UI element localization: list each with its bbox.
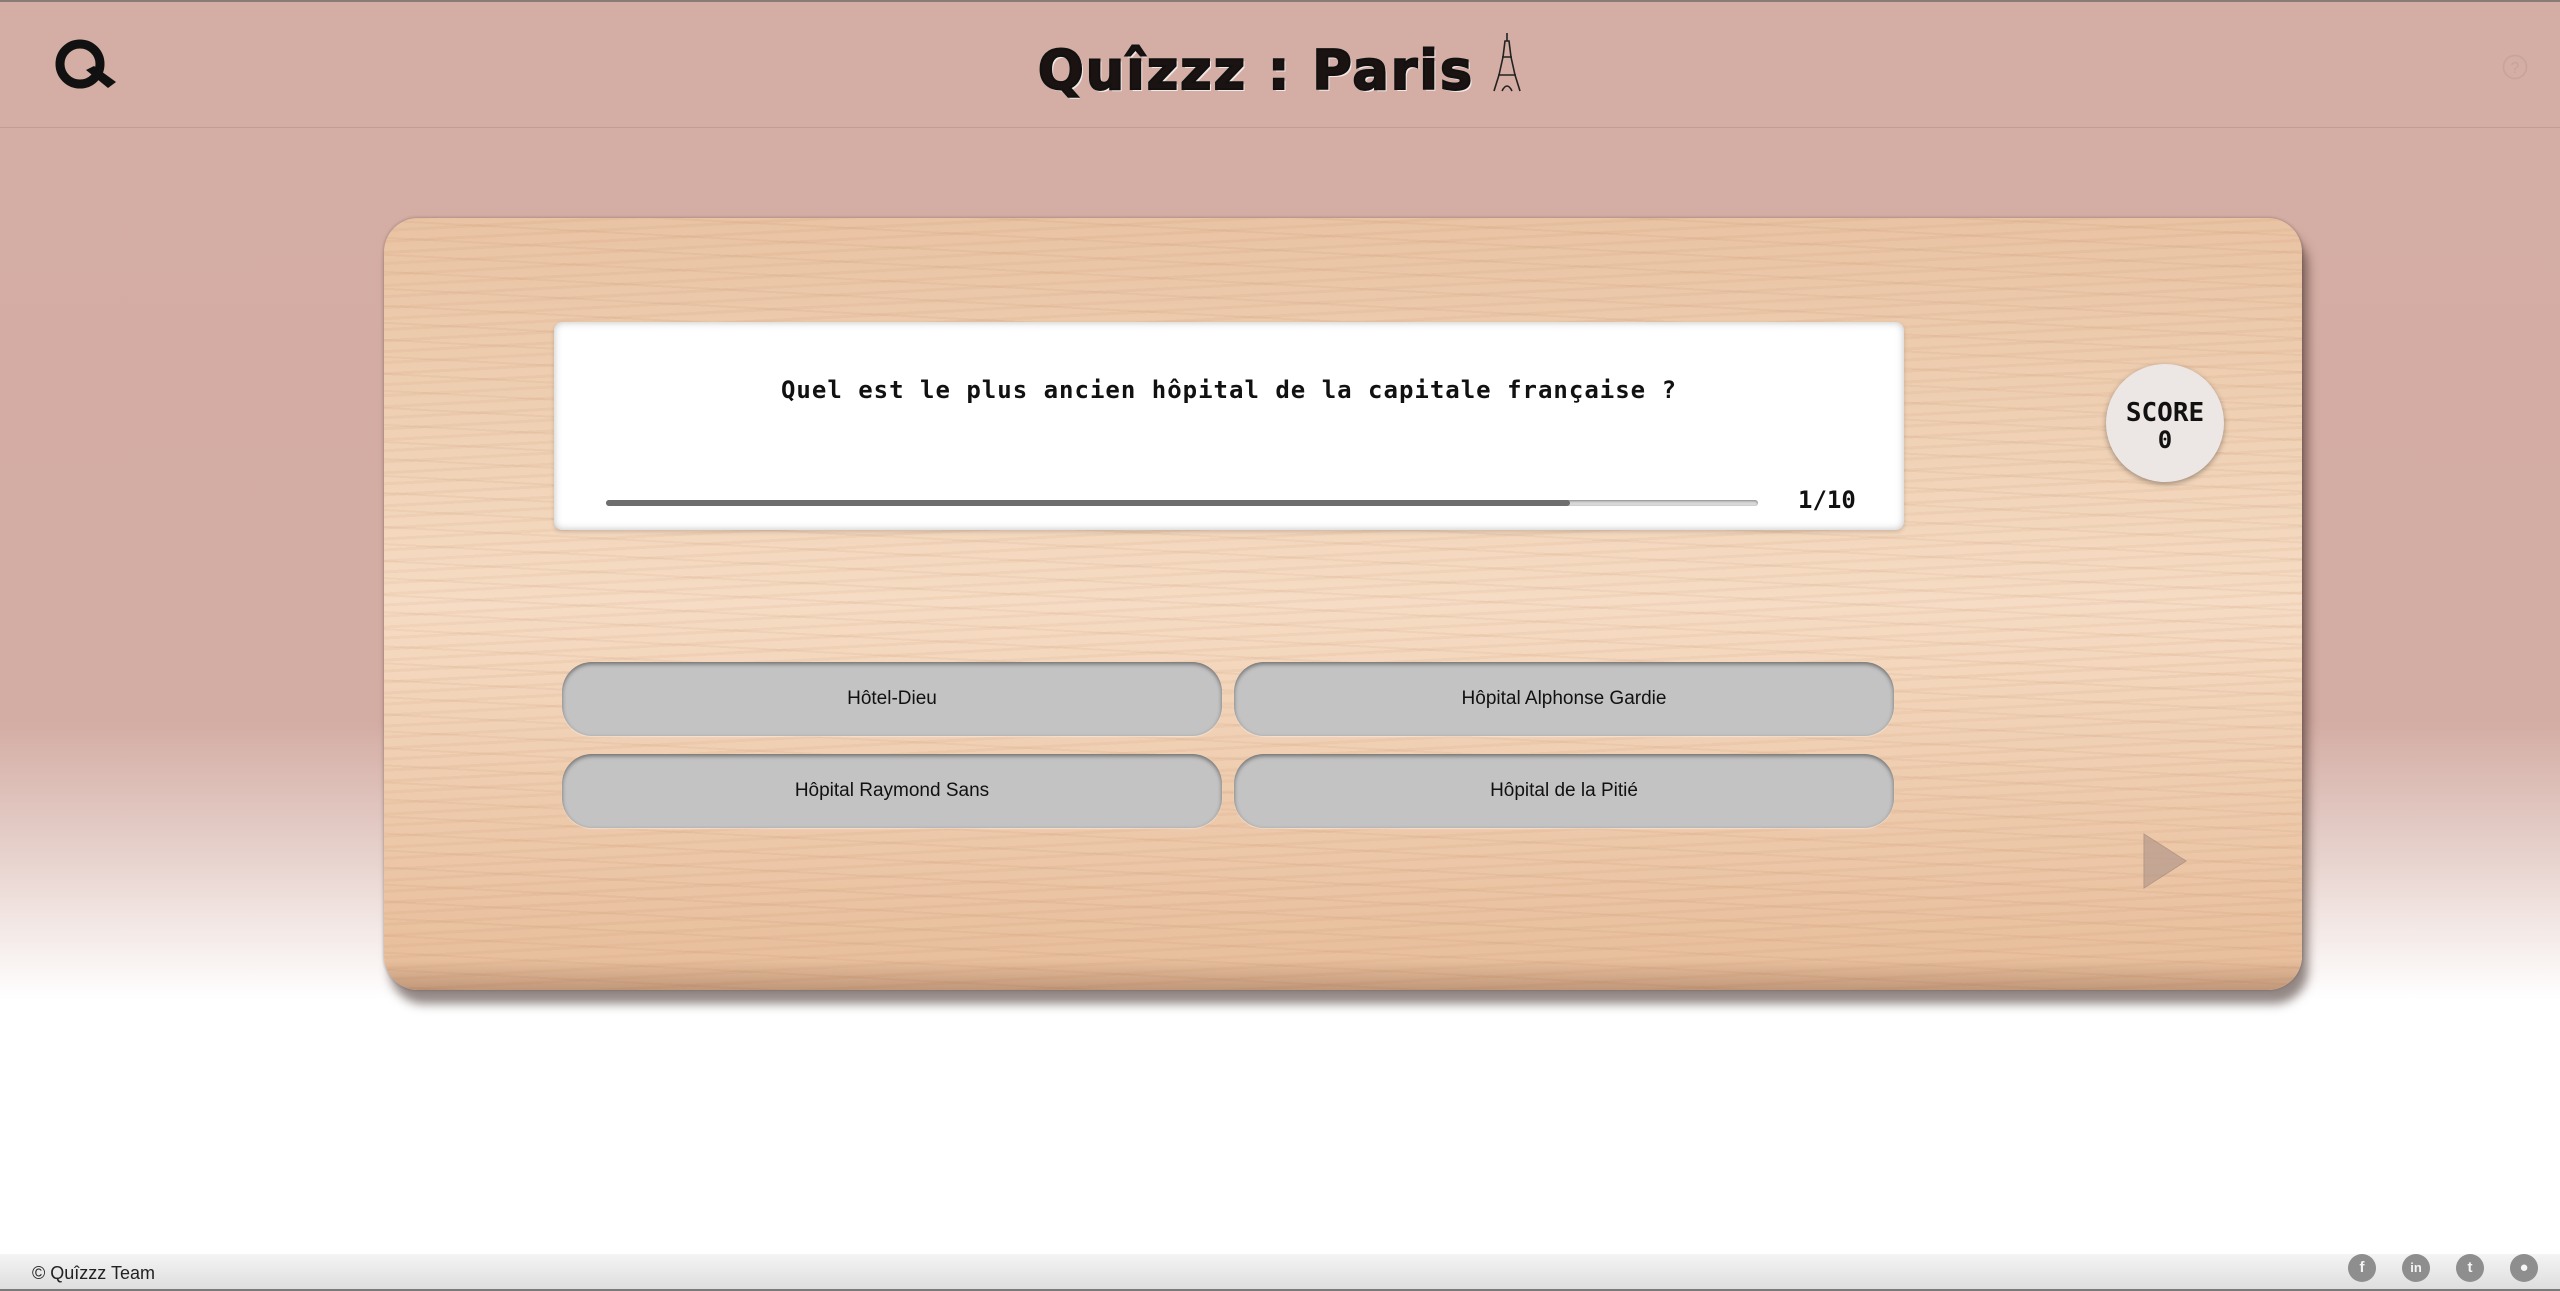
answer-button-4[interactable]: Hôpital de la Pitié (1234, 754, 1894, 828)
copyright-text: © Quîzzz Team (32, 1263, 155, 1283)
answer-button-3[interactable]: Hôpital Raymond Sans (562, 754, 1222, 828)
quiz-board: Quel est le plus ancien hôpital de la ca… (384, 218, 2302, 990)
score-value: 0 (2157, 426, 2173, 454)
question-card: Quel est le plus ancien hôpital de la ca… (554, 322, 1904, 530)
twitter-icon[interactable]: t (2456, 1254, 2484, 1282)
page-title: Quîzzz : Paris (0, 30, 2560, 112)
question-text: Quel est le plus ancien hôpital de la ca… (780, 376, 1678, 404)
linkedin-icon[interactable]: in (2402, 1254, 2430, 1282)
footer-bar: © Quîzzz Team f in t ● (0, 1254, 2560, 1291)
facebook-icon[interactable]: f (2348, 1254, 2376, 1282)
header-bar: Quîzzz : Paris ? (0, 0, 2560, 128)
score-label: SCORE (2125, 398, 2205, 428)
question-mark-icon[interactable]: ? (2502, 54, 2528, 80)
progress-fill (606, 500, 1571, 506)
play-triangle-icon[interactable] (2142, 832, 2188, 890)
answer-button-1[interactable]: Hôtel-Dieu (562, 662, 1222, 736)
score-badge: SCORE 0 (2106, 364, 2224, 482)
title-text: Quîzzz : Paris (1037, 38, 1475, 103)
answer-button-2[interactable]: Hôpital Alphonse Gardie (1234, 662, 1894, 736)
svg-text:?: ? (2511, 60, 2520, 77)
question-counter: 1/10 (1798, 486, 1856, 514)
github-icon[interactable]: ● (2510, 1254, 2538, 1282)
progress-bar (606, 500, 1758, 506)
eiffel-tower-icon (1493, 33, 1521, 92)
